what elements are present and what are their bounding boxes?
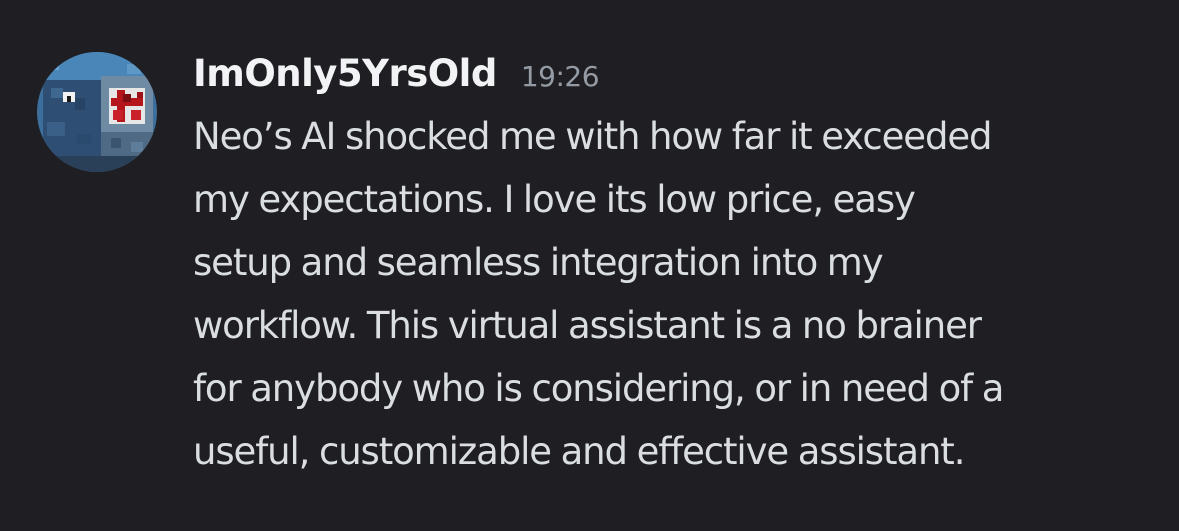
message-line: workflow. This virtual assistant is a no… (193, 304, 982, 347)
message-line: for anybody who is considering, or in ne… (193, 367, 1004, 410)
avatar[interactable] (37, 52, 157, 172)
message-line: setup and seamless integration into my (193, 241, 884, 284)
message-content: Neo’s AI shocked me with how far it exce… (193, 105, 1163, 483)
message-header: ImOnly5YrsOld 19:26 (193, 52, 600, 98)
username[interactable]: ImOnly5YrsOld (193, 52, 497, 95)
blocky-creature-avatar-icon (37, 52, 157, 172)
message-line: my expectations. I love its low price, e… (193, 178, 916, 221)
timestamp[interactable]: 19:26 (521, 60, 600, 93)
message-line: useful, customizable and effective assis… (193, 430, 965, 473)
chat-message: ImOnly5YrsOld 19:26 Neo’s AI shocked me … (0, 0, 1179, 531)
message-line: Neo’s AI shocked me with how far it exce… (193, 115, 993, 158)
